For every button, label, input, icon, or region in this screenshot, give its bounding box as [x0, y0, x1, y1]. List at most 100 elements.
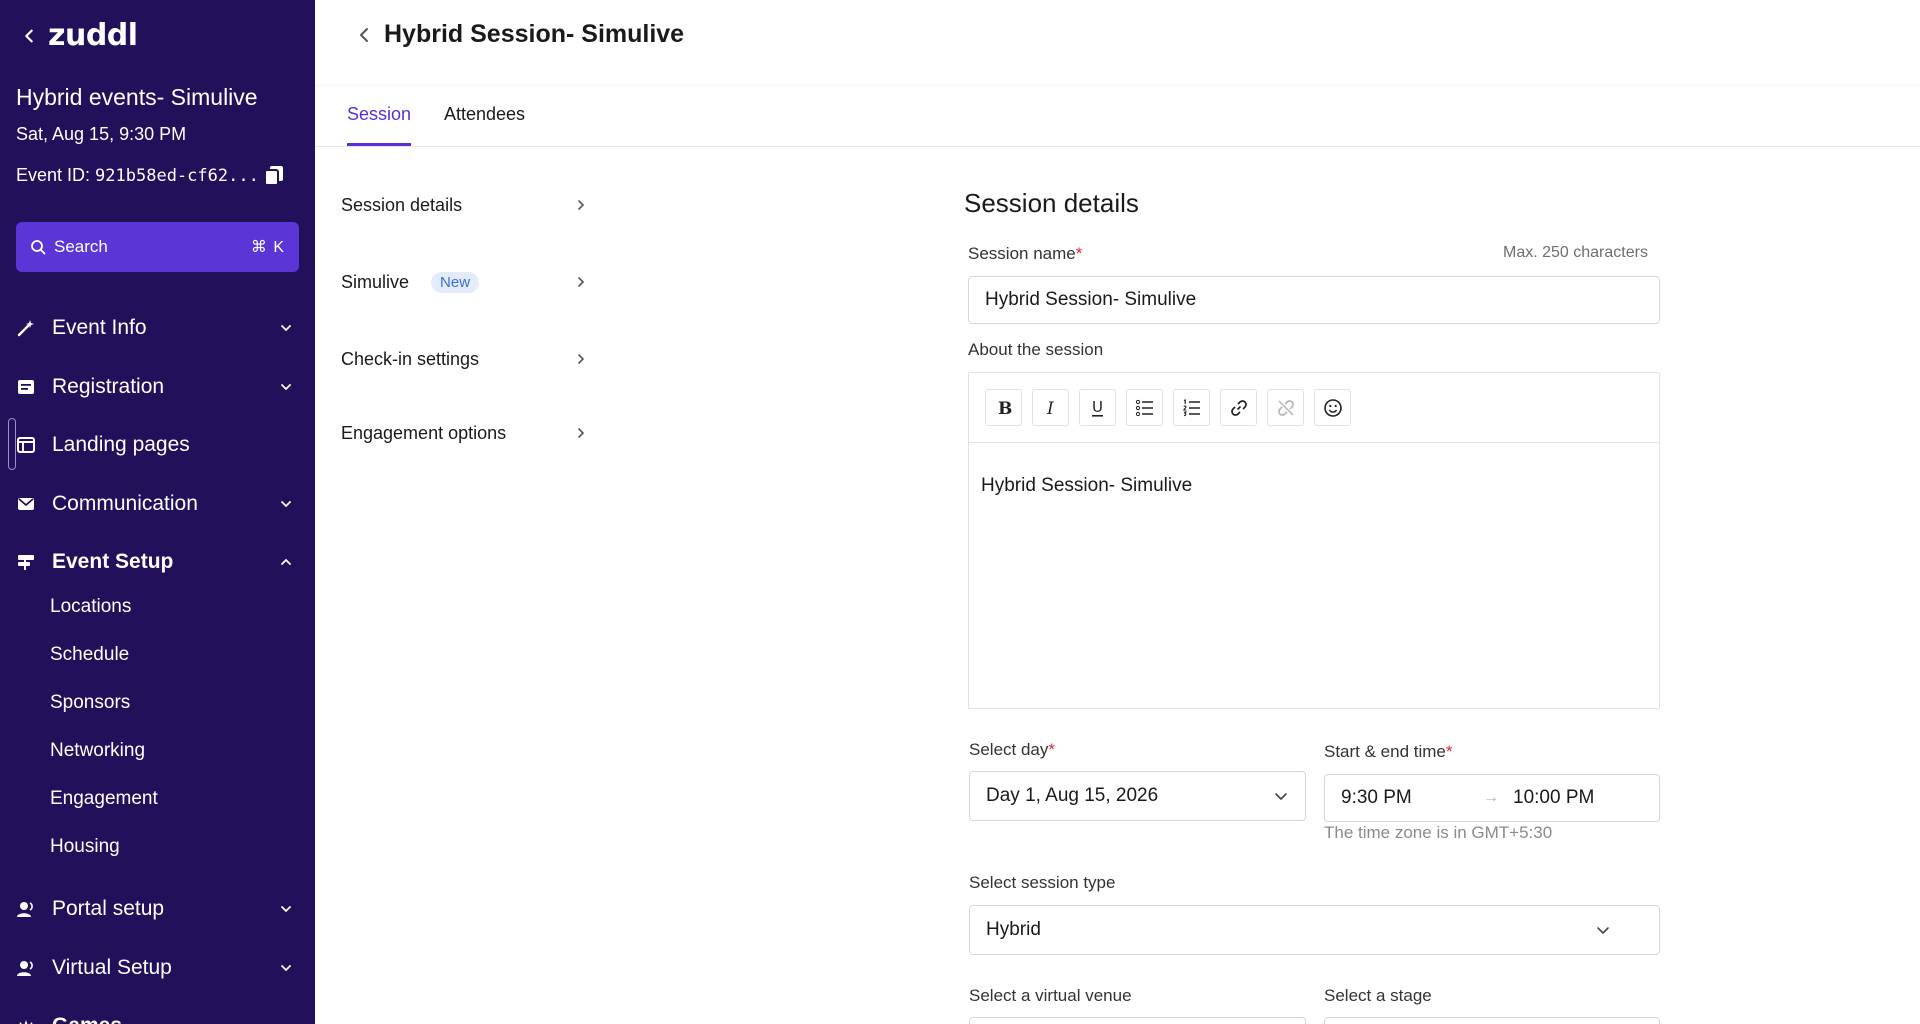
- chevron-down-icon: [281, 325, 291, 332]
- chevron-up-icon: [281, 558, 291, 565]
- unlink-button[interactable]: [1267, 389, 1304, 426]
- person-icon: [16, 958, 36, 978]
- tab-attendees[interactable]: Attendees: [444, 104, 525, 143]
- select-day-value: Day 1, Aug 15, 2026: [986, 785, 1159, 806]
- copy-icon[interactable]: [262, 163, 286, 187]
- submenu-label: Check-in settings: [341, 348, 480, 369]
- editor-toolbar: B I U: [969, 373, 1659, 443]
- page-header: Hybrid Session- Simulive: [315, 0, 1920, 84]
- timezone-note: The time zone is in GMT+5:30: [1324, 823, 1553, 842]
- sidebar-subitem-schedule[interactable]: Schedule: [50, 644, 129, 666]
- form-icon: [16, 377, 36, 397]
- smiley-icon: [1323, 398, 1342, 417]
- session-type-value: Hybrid: [986, 919, 1041, 940]
- session-name-label: Session name*: [968, 244, 1083, 263]
- browser-icon: [16, 435, 36, 455]
- sidebar-item-landing-pages[interactable]: Landing pages: [16, 425, 299, 465]
- sidebar-item-communication[interactable]: Communication: [16, 484, 299, 524]
- bullet-list-button[interactable]: [1126, 389, 1163, 426]
- virtual-venue-dropdown[interactable]: [969, 1017, 1306, 1024]
- sidebar-item-label: Event Setup: [52, 550, 174, 573]
- person-icon: [16, 899, 36, 919]
- chevron-down-icon: [281, 384, 291, 391]
- zuddl-logo: zuddl: [48, 18, 138, 53]
- arrow-right-icon: →: [1483, 789, 1499, 806]
- sidebar-subitem-locations[interactable]: Locations: [50, 596, 131, 618]
- italic-button[interactable]: I: [1032, 389, 1069, 426]
- link-icon: [1230, 399, 1247, 416]
- numbered-list-icon: [1182, 398, 1200, 416]
- sidebar-subitem-engagement[interactable]: Engagement: [50, 788, 158, 810]
- sidebar-item-label: Registration: [52, 375, 165, 398]
- event-title: Hybrid events- Simulive: [16, 84, 258, 110]
- event-date: Sat, Aug 15, 9:30 PM: [16, 124, 187, 144]
- submenu-simulive[interactable]: Simulive New: [341, 267, 587, 297]
- search-shortcut: ⌘ K: [250, 239, 285, 256]
- chevron-right-icon: [578, 428, 585, 438]
- sidebar-item-registration[interactable]: Registration: [16, 367, 299, 407]
- sidebar-subitem-networking[interactable]: Networking: [50, 740, 145, 762]
- tab-bar: Session Attendees: [315, 84, 1920, 147]
- stage-dropdown[interactable]: [1324, 1017, 1660, 1024]
- chevron-down-icon: [281, 501, 291, 508]
- submenu-session-details[interactable]: Session details: [341, 190, 587, 220]
- event-id-label: Event ID:: [16, 165, 91, 185]
- start-time-input[interactable]: 9:30 PM: [1341, 787, 1412, 809]
- time-range-picker: 9:30 PM → 10:00 PM: [1324, 774, 1660, 822]
- about-session-label: About the session: [968, 340, 1104, 359]
- submenu-label: Session details: [341, 194, 463, 215]
- page-title: Hybrid Session- Simulive: [384, 20, 685, 48]
- bullet-list-icon: [1135, 399, 1153, 416]
- numbered-list-button[interactable]: [1173, 389, 1210, 426]
- back-arrow-icon[interactable]: [355, 25, 375, 45]
- select-day-dropdown[interactable]: Day 1, Aug 15, 2026: [969, 771, 1306, 821]
- session-name-input[interactable]: Hybrid Session- Simulive: [968, 276, 1660, 324]
- search-button[interactable]: Search ⌘ K: [16, 222, 299, 272]
- submenu-engagement-options[interactable]: Engagement options: [341, 418, 587, 448]
- svg-text:B: B: [998, 399, 1012, 418]
- italic-icon: I: [1046, 399, 1054, 418]
- chevron-right-icon: [578, 354, 585, 364]
- session-type-dropdown[interactable]: Hybrid: [969, 905, 1660, 955]
- sidebar-subitem-sponsors[interactable]: Sponsors: [50, 692, 130, 714]
- underline-button[interactable]: U: [1079, 389, 1116, 426]
- sidebar-item-portal-setup[interactable]: Portal setup: [16, 889, 299, 929]
- chevron-down-icon: [281, 965, 291, 972]
- sidebar-subitem-housing[interactable]: Housing: [50, 836, 120, 858]
- sidebar-item-label: Communication: [52, 492, 198, 515]
- sidebar-item-games[interactable]: Games: [16, 1006, 299, 1024]
- sidebar-item-event-setup[interactable]: Event Setup: [16, 542, 299, 582]
- sidebar-item-virtual-setup[interactable]: Virtual Setup: [16, 948, 299, 988]
- sidebar-item-label: Event Info: [52, 316, 147, 339]
- emoji-button[interactable]: [1314, 389, 1351, 426]
- session-name-value: Hybrid Session- Simulive: [985, 289, 1197, 310]
- link-button[interactable]: [1220, 389, 1257, 426]
- editor-content[interactable]: Hybrid Session- Simulive: [969, 443, 1659, 529]
- select-day-label: Select day*: [969, 740, 1056, 759]
- sidebar-item-event-info[interactable]: Event Info: [16, 308, 299, 348]
- session-type-label: Select session type: [969, 873, 1116, 892]
- stage-label: Select a stage: [1324, 986, 1432, 1005]
- chevron-left-icon[interactable]: [20, 27, 38, 45]
- wand-icon: [16, 318, 36, 338]
- search-label: Search: [54, 237, 108, 256]
- tab-session[interactable]: Session: [347, 104, 412, 146]
- chevron-right-icon: [578, 200, 585, 210]
- bold-button[interactable]: B: [985, 389, 1022, 426]
- sidebar-item-label: Portal setup: [52, 897, 165, 920]
- chevron-down-icon: [1597, 927, 1609, 935]
- scrollbar[interactable]: [8, 418, 16, 470]
- max-chars-hint: Max. 250 characters: [1503, 244, 1648, 261]
- unlink-icon: [1277, 399, 1294, 416]
- chevron-right-icon: [578, 277, 585, 287]
- submenu-check-in-settings[interactable]: Check-in settings: [341, 344, 587, 374]
- sidebar-item-label: Games: [52, 1014, 122, 1024]
- games-icon: [16, 1016, 36, 1024]
- underline-icon: U: [1091, 398, 1103, 417]
- svg-text:I: I: [1046, 399, 1054, 418]
- event-id-value: 921b58ed-cf62...: [95, 166, 259, 186]
- event-id: Event ID: 921b58ed-cf62...: [16, 165, 259, 186]
- end-time-input[interactable]: 10:00 PM: [1513, 787, 1594, 809]
- brand[interactable]: zuddl: [20, 18, 138, 53]
- chevron-down-icon: [281, 906, 291, 913]
